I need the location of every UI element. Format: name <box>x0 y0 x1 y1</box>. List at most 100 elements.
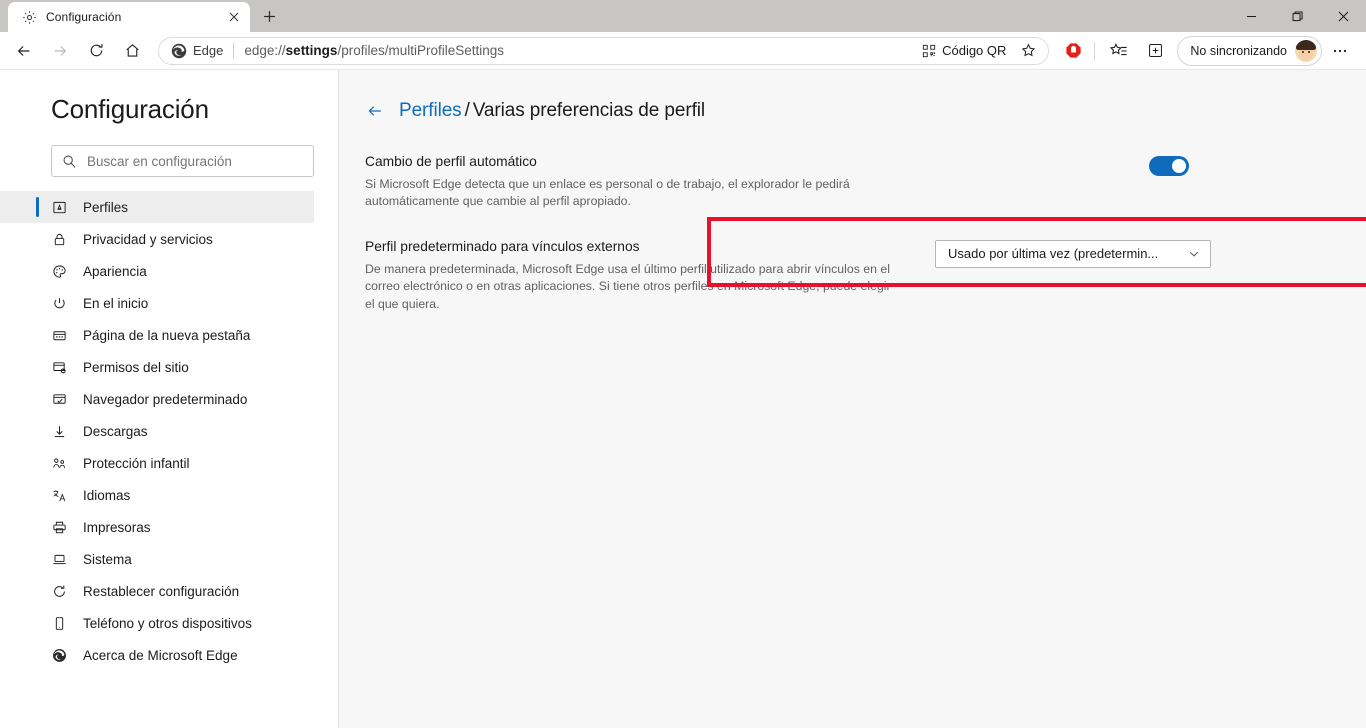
qr-code-icon <box>922 44 936 58</box>
sidebar-item-label: Perfiles <box>83 199 129 215</box>
sidebar-item-permisos-del-sitio[interactable]: Permisos del sitio <box>0 351 314 383</box>
sidebar-item-navegador-predeterminado[interactable]: Navegador predeterminado <box>0 383 314 415</box>
browser-tab-settings[interactable]: Configuración <box>8 2 250 32</box>
omnibox-divider <box>233 42 235 59</box>
window-close-icon[interactable] <box>1320 0 1366 32</box>
auto-profile-switch-toggle[interactable] <box>1149 156 1189 176</box>
maximize-icon[interactable] <box>1274 0 1320 32</box>
breadcrumb-current: Varias preferencias de perfil <box>472 100 706 121</box>
sidebar-item-idiomas[interactable]: Idiomas <box>0 479 314 511</box>
breadcrumb-parent-link[interactable]: Perfiles <box>399 100 462 121</box>
sidebar-item-en-el-inicio[interactable]: En el inicio <box>0 287 314 319</box>
page-title: Configuración <box>51 94 209 124</box>
toolbar-divider <box>1094 41 1096 60</box>
setting-auto-profile-switch: Cambio de perfil automático Si Microsoft… <box>365 140 1239 211</box>
new-tab-page-icon <box>51 327 67 343</box>
sidebar-item-label: Protección infantil <box>83 455 190 471</box>
window-controls <box>1228 0 1366 32</box>
tab-title: Configuración <box>46 10 122 24</box>
sidebar-item-restablecer-configuracion[interactable]: Restablecer configuración <box>0 575 314 607</box>
sidebar-item-label: Descargas <box>83 423 148 439</box>
qr-code-button[interactable]: Código QR <box>914 39 1014 63</box>
edge-brand-label: Edge <box>193 43 224 58</box>
sidebar-item-label: Permisos del sitio <box>83 359 189 375</box>
ellipsis-icon[interactable] <box>1322 35 1358 67</box>
search-settings-box[interactable] <box>51 145 314 177</box>
printer-icon <box>51 519 67 535</box>
new-tab-button[interactable] <box>254 1 284 31</box>
lock-icon <box>51 231 67 247</box>
sidebar-item-descargas[interactable]: Descargas <box>0 415 314 447</box>
setting-description: De manera predeterminada, Microsoft Edge… <box>365 261 891 311</box>
reset-icon <box>51 583 67 599</box>
sidebar-item-privacidad-y-servicios[interactable]: Privacidad y servicios <box>0 223 314 255</box>
setting-title: Cambio de perfil automático <box>365 154 537 169</box>
adblock-icon[interactable] <box>1058 36 1088 66</box>
sidebar-item-impresoras[interactable]: Impresoras <box>0 511 314 543</box>
sidebar-item-label: Impresoras <box>83 519 151 535</box>
qr-code-label: Código QR <box>942 43 1007 58</box>
address-bar-url[interactable]: edge://settings/profiles/multiProfileSet… <box>244 43 914 58</box>
setting-description: Si Microsoft Edge detecta que un enlace … <box>365 177 850 209</box>
breadcrumb-text: Perfiles / Varias preferencias de perfil <box>399 100 705 122</box>
edge-brand: Edge <box>171 43 223 59</box>
settings-content: Perfiles / Varias preferencias de perfil C… <box>339 70 1366 728</box>
breadcrumb-separator: / <box>464 100 470 121</box>
settings-rows: Cambio de perfil automático Si Microsoft… <box>339 140 1239 313</box>
sidebar-item-perfiles[interactable]: Perfiles <box>0 191 314 223</box>
close-icon[interactable] <box>224 7 244 27</box>
palette-icon <box>51 263 67 279</box>
languages-icon <box>51 487 67 503</box>
edge-logo-icon <box>51 647 67 663</box>
chevron-down-icon <box>1188 248 1200 260</box>
search-icon <box>62 154 77 169</box>
minimize-icon[interactable] <box>1228 0 1274 32</box>
refresh-icon[interactable] <box>78 35 114 67</box>
default-browser-icon <box>51 391 67 407</box>
sidebar-item-proteccion-infantil[interactable]: Protección infantil <box>0 447 314 479</box>
gear-icon <box>21 9 37 25</box>
default-profile-select[interactable]: Usado por última vez (predetermin... <box>935 239 1211 268</box>
back-arrow-icon[interactable] <box>6 35 42 67</box>
omnibox-actions: Código QR <box>914 38 1042 64</box>
download-arrow-icon <box>51 423 67 439</box>
sidebar-item-sistema[interactable]: Sistema <box>0 543 314 575</box>
site-permissions-icon <box>51 359 67 375</box>
phone-icon <box>51 615 67 631</box>
sidebar-item-label: Restablecer configuración <box>83 583 240 599</box>
title-bar: Configuración <box>0 0 1366 32</box>
profile-card-icon <box>51 199 67 215</box>
forward-arrow-icon <box>42 35 78 67</box>
address-bar[interactable]: Edge edge://settings/profiles/multiProfi… <box>158 36 1050 65</box>
breadcrumb: Perfiles / Varias preferencias de perfil <box>339 70 1366 122</box>
setting-texts: Perfil predeterminado para vínculos exte… <box>365 239 911 313</box>
sidebar-item-label: Sistema <box>83 551 132 567</box>
sync-status-button[interactable]: No sincronizando <box>1177 35 1322 66</box>
sidebar-item-label: Idiomas <box>83 487 131 503</box>
sidebar-item-label: Apariencia <box>83 263 147 279</box>
setting-texts: Cambio de perfil automático Si Microsoft… <box>365 154 1125 211</box>
sidebar-item-pagina-de-la-nueva-pestana[interactable]: Página de la nueva pestaña <box>0 319 314 351</box>
sidebar-item-telefono-y-otros-dispositivos[interactable]: Teléfono y otros dispositivos <box>0 607 314 639</box>
star-icon[interactable] <box>1014 38 1042 64</box>
back-arrow-icon[interactable] <box>365 101 385 121</box>
collections-icon[interactable] <box>1137 35 1173 67</box>
setting-default-profile-external-links: Perfil predeterminado para vínculos exte… <box>365 225 1239 313</box>
setting-title: Perfil predeterminado para vínculos exte… <box>365 238 640 254</box>
power-icon <box>51 295 67 311</box>
sync-status-label: No sincronizando <box>1190 43 1287 58</box>
home-icon[interactable] <box>114 35 150 67</box>
sidebar-item-apariencia[interactable]: Apariencia <box>0 255 314 287</box>
favorites-list-icon[interactable] <box>1101 35 1137 67</box>
search-input[interactable] <box>87 153 303 169</box>
sidebar-item-label: Página de la nueva pestaña <box>83 327 251 343</box>
sidebar-item-label: Teléfono y otros dispositivos <box>83 615 252 631</box>
edge-logo-icon <box>171 43 187 59</box>
avatar <box>1295 39 1317 62</box>
sidebar-item-label: Acerca de Microsoft Edge <box>83 647 238 663</box>
sidebar-item-label: Navegador predeterminado <box>83 391 248 407</box>
sidebar-item-acerca-de-microsoft-edge[interactable]: Acerca de Microsoft Edge <box>0 639 314 671</box>
sidebar-item-label: Privacidad y servicios <box>83 231 213 247</box>
settings-page: Configuración Perfiles <box>0 70 1366 728</box>
settings-nav-list: Perfiles Privacidad y servicios Aparienc… <box>0 191 338 671</box>
